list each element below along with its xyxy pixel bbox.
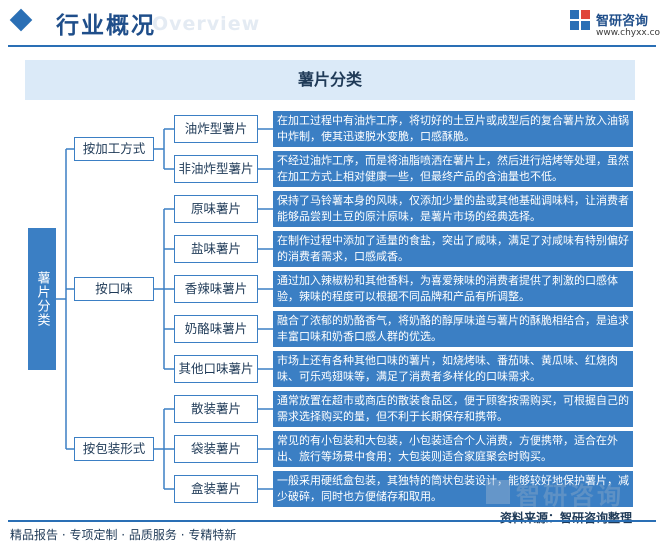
leaf-bag-pack: 袋装薯片	[174, 435, 258, 463]
desc-bulk-pack: 通常放置在超市或商店的散装食品区，便于顾客按需购买，可根据自己的需求选择购买的量…	[273, 391, 633, 427]
watermark-logo: 智研咨询	[486, 476, 636, 510]
leaf-salted-flavor: 盐味薯片	[174, 235, 258, 263]
source-note: 资料来源：智研咨询整理	[500, 511, 633, 525]
desc-fried-chips: 在加工过程中有油炸工序，将切好的土豆片或成型后的复合薯片放入油锅中炸制，使其迅速…	[273, 111, 633, 147]
desc-non-fried-chips: 不经过油炸工序，而是将油脂喷洒在薯片上，然后进行焙烤等处理，虽然在加工方式上相对…	[273, 151, 633, 187]
footer-divider	[8, 520, 656, 522]
desc-bag-pack: 常见的有小包装和大包装，小包装适合个人消费，方便携带，适合在外出、旅行等场景中食…	[273, 431, 633, 467]
leaf-original-flavor: 原味薯片	[174, 195, 258, 223]
leaf-spicy-flavor: 香辣味薯片	[174, 275, 258, 303]
desc-salted-flavor: 在制作过程中添加了适量的食盐，突出了咸味，满足了对咸味有特别偏好的消费者需求，口…	[273, 231, 633, 267]
watermark-logo-name: 智研咨询	[516, 482, 624, 510]
leaf-non-fried-chips: 非油炸型薯片	[174, 155, 258, 183]
category-packaging: 按包装形式	[74, 437, 154, 461]
root-node: 薯片分类	[28, 228, 56, 370]
desc-other-flavor: 市场上还有各种其他口味的薯片，如烧烤味、番茄味、黄瓜味、红烧肉味、可乐鸡翅味等，…	[273, 351, 633, 387]
watermark-logo-icon	[486, 480, 510, 504]
leaf-cheese-flavor: 奶酪味薯片	[174, 315, 258, 343]
leaf-bulk-pack: 散装薯片	[174, 395, 258, 423]
category-flavor: 按口味	[74, 277, 154, 301]
footer-tags: 精品报告 · 专项定制 · 品质服务 · 专精特新	[10, 528, 237, 542]
desc-original-flavor: 保持了马铃薯本身的风味，仅添加少量的盐或其他基础调味料，让消费者能够品尝到土豆的…	[273, 191, 633, 227]
category-processing: 按加工方式	[74, 137, 154, 161]
leaf-fried-chips: 油炸型薯片	[174, 115, 258, 143]
desc-spicy-flavor: 通过加入辣椒粉和其他香料，为喜爱辣味的消费者提供了刺激的口感体验，辣味的程度可以…	[273, 271, 633, 307]
leaf-other-flavor: 其他口味薯片	[174, 355, 258, 383]
leaf-box-pack: 盒装薯片	[174, 475, 258, 503]
desc-cheese-flavor: 融合了浓郁的奶酪香气，将奶酪的醇厚味道与薯片的酥脆相结合，是追求丰富口味和奶香口…	[273, 311, 633, 347]
